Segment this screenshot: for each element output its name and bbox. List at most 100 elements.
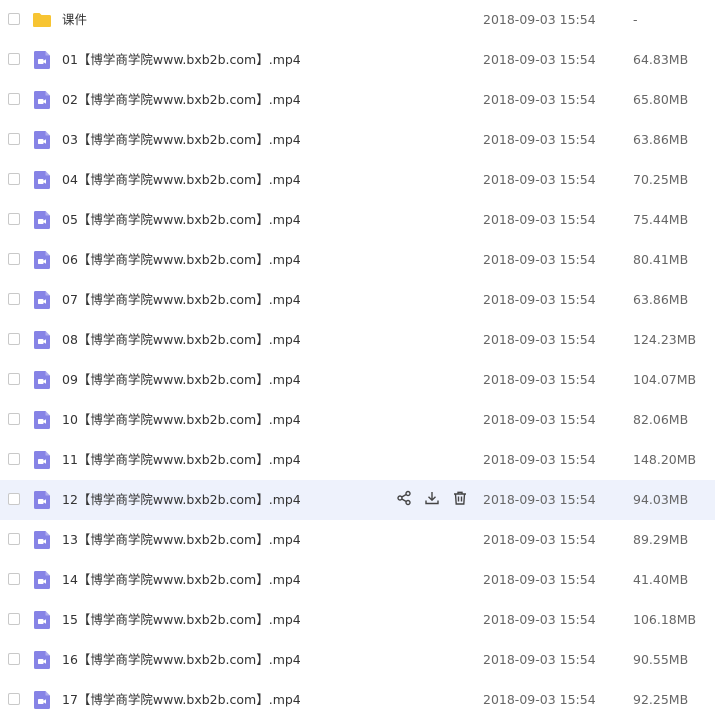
file-size: 90.55MB <box>633 652 689 667</box>
video-file-icon <box>32 610 52 630</box>
file-size: 63.86MB <box>633 292 689 307</box>
file-date: 2018-09-03 15:54 <box>483 492 596 507</box>
row-checkbox[interactable] <box>8 613 20 625</box>
video-file-icon <box>32 170 52 190</box>
file-date: 2018-09-03 15:54 <box>483 412 596 427</box>
video-file-icon <box>32 690 52 710</box>
row-checkbox[interactable] <box>8 13 20 25</box>
file-row[interactable]: 04【博学商学院www.bxb2b.com】.mp4 2018-09-03 15:… <box>0 160 715 200</box>
file-size: 82.06MB <box>633 412 689 427</box>
row-checkbox[interactable] <box>8 693 20 705</box>
folder-row[interactable]: 课件 2018-09-03 15:54 - <box>0 0 715 40</box>
video-file-icon <box>32 130 52 150</box>
row-checkbox[interactable] <box>8 573 20 585</box>
video-file-icon <box>32 210 52 230</box>
row-checkbox[interactable] <box>8 93 20 105</box>
row-checkbox[interactable] <box>8 653 20 665</box>
file-size: 104.07MB <box>633 372 697 387</box>
file-name-link[interactable]: 11【博学商学院www.bxb2b.com】.mp4 <box>62 440 301 480</box>
file-row[interactable]: 09【博学商学院www.bxb2b.com】.mp4 2018-09-03 15:… <box>0 360 715 400</box>
file-row[interactable]: 11【博学商学院www.bxb2b.com】.mp4 2018-09-03 15:… <box>0 440 715 480</box>
file-row[interactable]: 08【博学商学院www.bxb2b.com】.mp4 2018-09-03 15:… <box>0 320 715 360</box>
file-name-link[interactable]: 03【博学商学院www.bxb2b.com】.mp4 <box>62 120 301 160</box>
file-name-link[interactable]: 04【博学商学院www.bxb2b.com】.mp4 <box>62 160 301 200</box>
row-checkbox[interactable] <box>8 213 20 225</box>
file-name-link[interactable]: 课件 <box>62 0 87 40</box>
file-name-link[interactable]: 14【博学商学院www.bxb2b.com】.mp4 <box>62 560 301 600</box>
row-actions <box>394 490 478 510</box>
file-row[interactable]: 02【博学商学院www.bxb2b.com】.mp4 2018-09-03 15:… <box>0 80 715 120</box>
row-checkbox[interactable] <box>8 453 20 465</box>
file-row[interactable]: 17【博学商学院www.bxb2b.com】.mp4 2018-09-03 15:… <box>0 680 715 720</box>
file-row[interactable]: 12【博学商学院www.bxb2b.com】.mp4 2018-09-03 15:… <box>0 480 715 520</box>
file-size: 65.80MB <box>633 92 689 107</box>
file-date: 2018-09-03 15:54 <box>483 572 596 587</box>
video-file-icon <box>32 490 52 510</box>
file-size: 75.44MB <box>633 212 689 227</box>
share-button[interactable] <box>394 490 414 510</box>
video-file-icon <box>32 370 52 390</box>
file-name-link[interactable]: 10【博学商学院www.bxb2b.com】.mp4 <box>62 400 301 440</box>
file-size: 41.40MB <box>633 572 689 587</box>
file-name-link[interactable]: 15【博学商学院www.bxb2b.com】.mp4 <box>62 600 301 640</box>
folder-icon <box>32 10 52 30</box>
file-date: 2018-09-03 15:54 <box>483 612 596 627</box>
row-checkbox[interactable] <box>8 333 20 345</box>
file-date: 2018-09-03 15:54 <box>483 212 596 227</box>
file-name-link[interactable]: 16【博学商学院www.bxb2b.com】.mp4 <box>62 640 301 680</box>
file-date: 2018-09-03 15:54 <box>483 92 596 107</box>
download-button[interactable] <box>422 490 442 510</box>
file-size: 70.25MB <box>633 172 689 187</box>
file-name-link[interactable]: 09【博学商学院www.bxb2b.com】.mp4 <box>62 360 301 400</box>
video-file-icon <box>32 330 52 350</box>
file-size: 94.03MB <box>633 492 689 507</box>
file-size: 63.86MB <box>633 132 689 147</box>
row-checkbox[interactable] <box>8 413 20 425</box>
file-size: 89.29MB <box>633 532 689 547</box>
file-row[interactable]: 10【博学商学院www.bxb2b.com】.mp4 2018-09-03 15:… <box>0 400 715 440</box>
share-icon <box>396 490 412 510</box>
file-name-link[interactable]: 08【博学商学院www.bxb2b.com】.mp4 <box>62 320 301 360</box>
file-name-link[interactable]: 05【博学商学院www.bxb2b.com】.mp4 <box>62 200 301 240</box>
row-checkbox[interactable] <box>8 493 20 505</box>
row-checkbox[interactable] <box>8 293 20 305</box>
file-size: 124.23MB <box>633 332 697 347</box>
file-size: 64.83MB <box>633 52 689 67</box>
file-size: 148.20MB <box>633 452 697 467</box>
file-row[interactable]: 01【博学商学院www.bxb2b.com】.mp4 2018-09-03 15:… <box>0 40 715 80</box>
file-date: 2018-09-03 15:54 <box>483 52 596 67</box>
file-date: 2018-09-03 15:54 <box>483 172 596 187</box>
row-checkbox[interactable] <box>8 373 20 385</box>
row-checkbox[interactable] <box>8 133 20 145</box>
file-name-link[interactable]: 06【博学商学院www.bxb2b.com】.mp4 <box>62 240 301 280</box>
file-row[interactable]: 03【博学商学院www.bxb2b.com】.mp4 2018-09-03 15:… <box>0 120 715 160</box>
row-checkbox[interactable] <box>8 53 20 65</box>
file-row[interactable]: 16【博学商学院www.bxb2b.com】.mp4 2018-09-03 15:… <box>0 640 715 680</box>
file-name-link[interactable]: 13【博学商学院www.bxb2b.com】.mp4 <box>62 520 301 560</box>
file-name-link[interactable]: 01【博学商学院www.bxb2b.com】.mp4 <box>62 40 301 80</box>
file-name-link[interactable]: 02【博学商学院www.bxb2b.com】.mp4 <box>62 80 301 120</box>
file-date: 2018-09-03 15:54 <box>483 532 596 547</box>
file-date: 2018-09-03 15:54 <box>483 372 596 387</box>
file-date: 2018-09-03 15:54 <box>483 12 596 27</box>
file-row[interactable]: 07【博学商学院www.bxb2b.com】.mp4 2018-09-03 15:… <box>0 280 715 320</box>
file-size: - <box>633 12 638 27</box>
file-date: 2018-09-03 15:54 <box>483 292 596 307</box>
file-row[interactable]: 05【博学商学院www.bxb2b.com】.mp4 2018-09-03 15:… <box>0 200 715 240</box>
file-row[interactable]: 14【博学商学院www.bxb2b.com】.mp4 2018-09-03 15:… <box>0 560 715 600</box>
row-checkbox[interactable] <box>8 253 20 265</box>
file-date: 2018-09-03 15:54 <box>483 692 596 707</box>
row-checkbox[interactable] <box>8 173 20 185</box>
delete-button[interactable] <box>450 490 470 510</box>
row-checkbox[interactable] <box>8 533 20 545</box>
file-name-link[interactable]: 17【博学商学院www.bxb2b.com】.mp4 <box>62 680 301 720</box>
file-row[interactable]: 15【博学商学院www.bxb2b.com】.mp4 2018-09-03 15:… <box>0 600 715 640</box>
file-name-link[interactable]: 07【博学商学院www.bxb2b.com】.mp4 <box>62 280 301 320</box>
video-file-icon <box>32 250 52 270</box>
video-file-icon <box>32 570 52 590</box>
video-file-icon <box>32 410 52 430</box>
file-name-link[interactable]: 12【博学商学院www.bxb2b.com】.mp4 <box>62 480 301 520</box>
file-row[interactable]: 06【博学商学院www.bxb2b.com】.mp4 2018-09-03 15:… <box>0 240 715 280</box>
file-size: 92.25MB <box>633 692 689 707</box>
file-row[interactable]: 13【博学商学院www.bxb2b.com】.mp4 2018-09-03 15:… <box>0 520 715 560</box>
